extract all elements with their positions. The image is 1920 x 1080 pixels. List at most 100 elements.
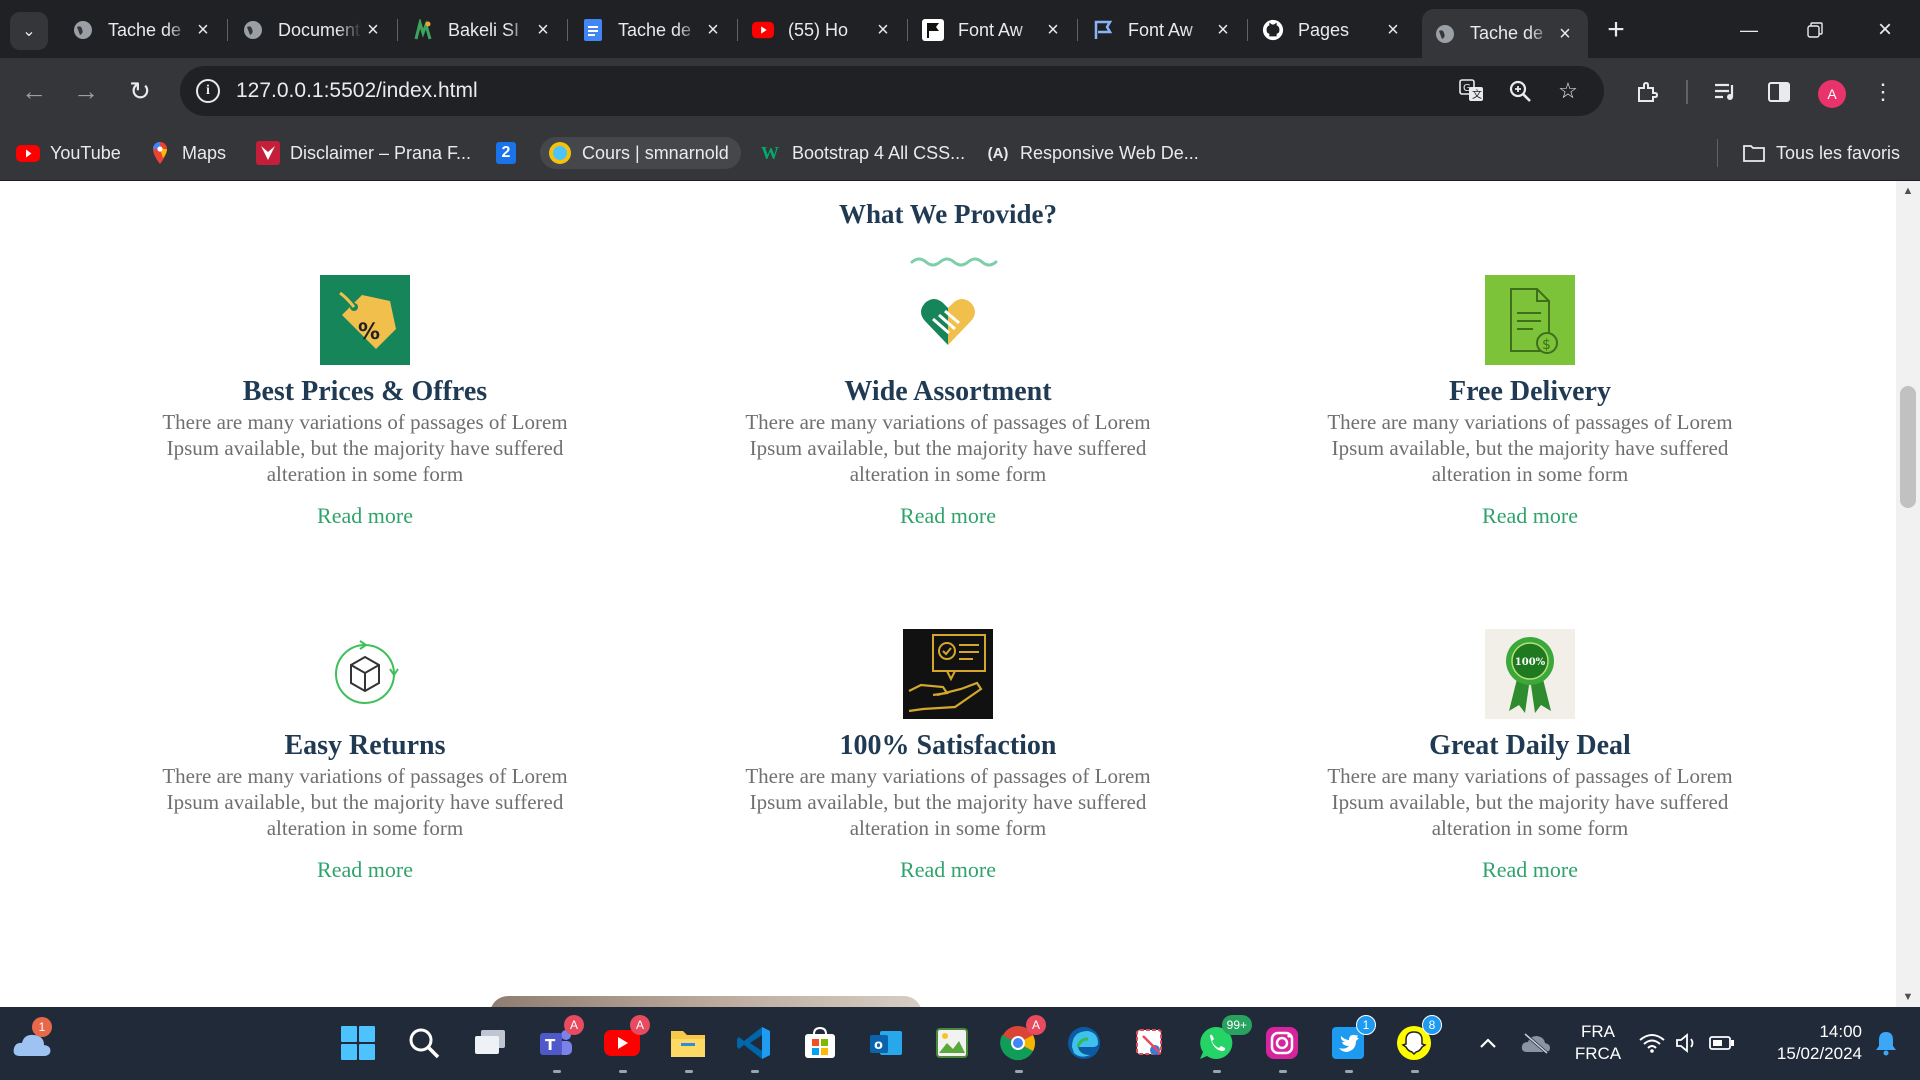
read-more-link[interactable]: Read more <box>900 503 996 529</box>
onedrive-status[interactable] <box>1516 1021 1556 1065</box>
edge-icon <box>1068 1027 1100 1059</box>
close-icon[interactable]: × <box>1042 19 1064 41</box>
read-more-link[interactable]: Read more <box>900 857 996 883</box>
input-language[interactable]: FRA FRCA <box>1570 1021 1626 1065</box>
outlook-app[interactable]: o <box>864 1021 908 1065</box>
snipping-tool-app[interactable] <box>1128 1021 1172 1065</box>
youtube-app[interactable]: A <box>600 1015 650 1073</box>
restore-icon <box>1807 22 1823 38</box>
zoom-icon[interactable] <box>1506 77 1534 105</box>
notifications-button[interactable] <box>1866 1021 1906 1065</box>
star-bookmark-icon[interactable]: ☆ <box>1554 77 1582 105</box>
svg-text:o: o <box>874 1038 883 1053</box>
scroll-down-arrow-icon[interactable]: ▼ <box>1896 987 1920 1007</box>
edge-app[interactable] <box>1062 1021 1106 1065</box>
close-icon[interactable]: × <box>1554 23 1576 45</box>
tab-5[interactable]: (55) Ho × <box>740 9 908 51</box>
more-menu-icon[interactable]: ⋮ <box>1866 75 1900 109</box>
forward-button[interactable]: → <box>66 71 106 111</box>
start-button[interactable] <box>336 1021 380 1065</box>
close-icon[interactable]: × <box>362 19 384 41</box>
back-button[interactable]: ← <box>14 71 54 111</box>
bookmark-cours[interactable]: Cours | smnarnold <box>540 137 741 169</box>
tab-9-active[interactable]: Tache de × <box>1422 9 1588 58</box>
teams-app[interactable]: T A <box>534 1015 584 1073</box>
tab-search-button[interactable]: ⌄ <box>10 12 48 50</box>
tab-title: Bakeli SI <box>448 19 520 40</box>
reload-button[interactable]: ↻ <box>120 71 160 111</box>
satisfaction-hand-icon <box>903 629 993 719</box>
clock[interactable]: 14:00 15/02/2024 <box>1752 1021 1862 1065</box>
twitter-app[interactable]: 1 <box>1326 1015 1376 1073</box>
whatsapp-app[interactable]: 99+ <box>1194 1015 1252 1073</box>
file-explorer-app[interactable] <box>666 1021 710 1073</box>
taskbar-search[interactable] <box>402 1021 446 1065</box>
bookmark-responsive[interactable]: (A) Responsive Web De... <box>986 137 1199 169</box>
side-panel-icon[interactable] <box>1762 75 1796 109</box>
extensions-icon[interactable] <box>1630 75 1664 109</box>
bookmark-disclaimer[interactable]: Disclaimer – Prana F... <box>256 137 471 169</box>
clock-time: 14:00 <box>1819 1022 1862 1041</box>
photos-app[interactable] <box>930 1021 974 1065</box>
quick-settings[interactable] <box>1632 1021 1742 1065</box>
close-icon[interactable]: × <box>872 19 894 41</box>
close-icon[interactable]: × <box>702 19 724 41</box>
vscode-app[interactable] <box>732 1021 776 1073</box>
reload-icon: ↻ <box>129 75 151 106</box>
bookmarks-bar: YouTube Maps Disclaimer – Prana F... 2 C… <box>0 127 1920 181</box>
snipping-tool-icon <box>1136 1029 1162 1055</box>
bookmark-label: Cours | smnarnold <box>582 142 729 163</box>
close-icon[interactable]: × <box>192 19 214 41</box>
close-icon[interactable]: × <box>1212 19 1234 41</box>
svg-text:%: % <box>358 320 380 345</box>
course-icon <box>548 141 572 165</box>
read-more-link[interactable]: Read more <box>1482 503 1578 529</box>
scroll-up-arrow-icon[interactable]: ▲ <box>1896 181 1920 201</box>
globe-icon <box>242 19 264 41</box>
all-bookmarks-button[interactable]: Tous les favoris <box>1742 137 1900 169</box>
chrome-app[interactable]: A <box>996 1015 1046 1073</box>
info-icon[interactable]: i <box>196 79 220 103</box>
close-window-button[interactable]: × <box>1856 8 1914 52</box>
read-more-link[interactable]: Read more <box>317 857 413 883</box>
tab-7[interactable]: Font Aw × <box>1080 9 1248 51</box>
address-bar[interactable]: i 127.0.0.1:5502/index.html G文 ☆ <box>180 66 1604 116</box>
bookmark-2[interactable]: 2 <box>496 137 526 169</box>
tab-6[interactable]: Font Aw × <box>910 9 1078 51</box>
search-icon <box>409 1028 440 1059</box>
bookmark-bootstrap[interactable]: W Bootstrap 4 All CSS... <box>758 137 965 169</box>
bookmark-label: Tous les favoris <box>1776 142 1901 163</box>
tab-8[interactable]: Pages × <box>1250 9 1416 51</box>
youtube-badge: A <box>630 1015 650 1035</box>
show-hidden-icons-button[interactable] <box>1470 1021 1506 1065</box>
bookmark-maps[interactable]: Maps <box>148 137 226 169</box>
profile-avatar[interactable]: A <box>1818 80 1846 108</box>
new-tab-button[interactable]: + <box>1598 12 1634 48</box>
feature-description: There are many variations of passages of… <box>162 410 568 486</box>
ms-store-app[interactable] <box>798 1021 842 1065</box>
close-icon[interactable]: × <box>532 19 554 41</box>
maps-pin-icon <box>148 141 172 165</box>
read-more-link[interactable]: Read more <box>317 503 413 529</box>
weather-widget[interactable]: 1 <box>10 1017 54 1065</box>
partial-image <box>490 996 922 1007</box>
close-icon[interactable]: × <box>1382 19 1404 41</box>
snapchat-app[interactable]: 8 <box>1392 1015 1442 1073</box>
tab-4[interactable]: Tache de × <box>570 9 738 51</box>
bookmark-youtube[interactable]: YouTube <box>16 137 121 169</box>
url-text[interactable]: 127.0.0.1:5502/index.html <box>236 79 478 103</box>
scrollbar-thumb[interactable] <box>1900 386 1916 508</box>
tab-2[interactable]: Document × <box>230 9 398 51</box>
tab-title: Tache de <box>618 19 692 40</box>
page-scrollbar[interactable]: ▲ ▼ <box>1896 181 1920 1007</box>
minimize-button[interactable]: — <box>1720 8 1778 52</box>
feature-title: Great Daily Deal <box>1429 730 1631 761</box>
task-view-button[interactable] <box>468 1021 512 1065</box>
instagram-app[interactable] <box>1260 1021 1304 1073</box>
translate-icon[interactable]: G文 <box>1458 77 1486 105</box>
tab-3[interactable]: Bakeli SI × <box>400 9 568 51</box>
tab-1[interactable]: Tache de × <box>60 9 228 51</box>
reading-list-icon[interactable] <box>1708 75 1742 109</box>
restore-button[interactable] <box>1786 8 1844 52</box>
read-more-link[interactable]: Read more <box>1482 857 1578 883</box>
